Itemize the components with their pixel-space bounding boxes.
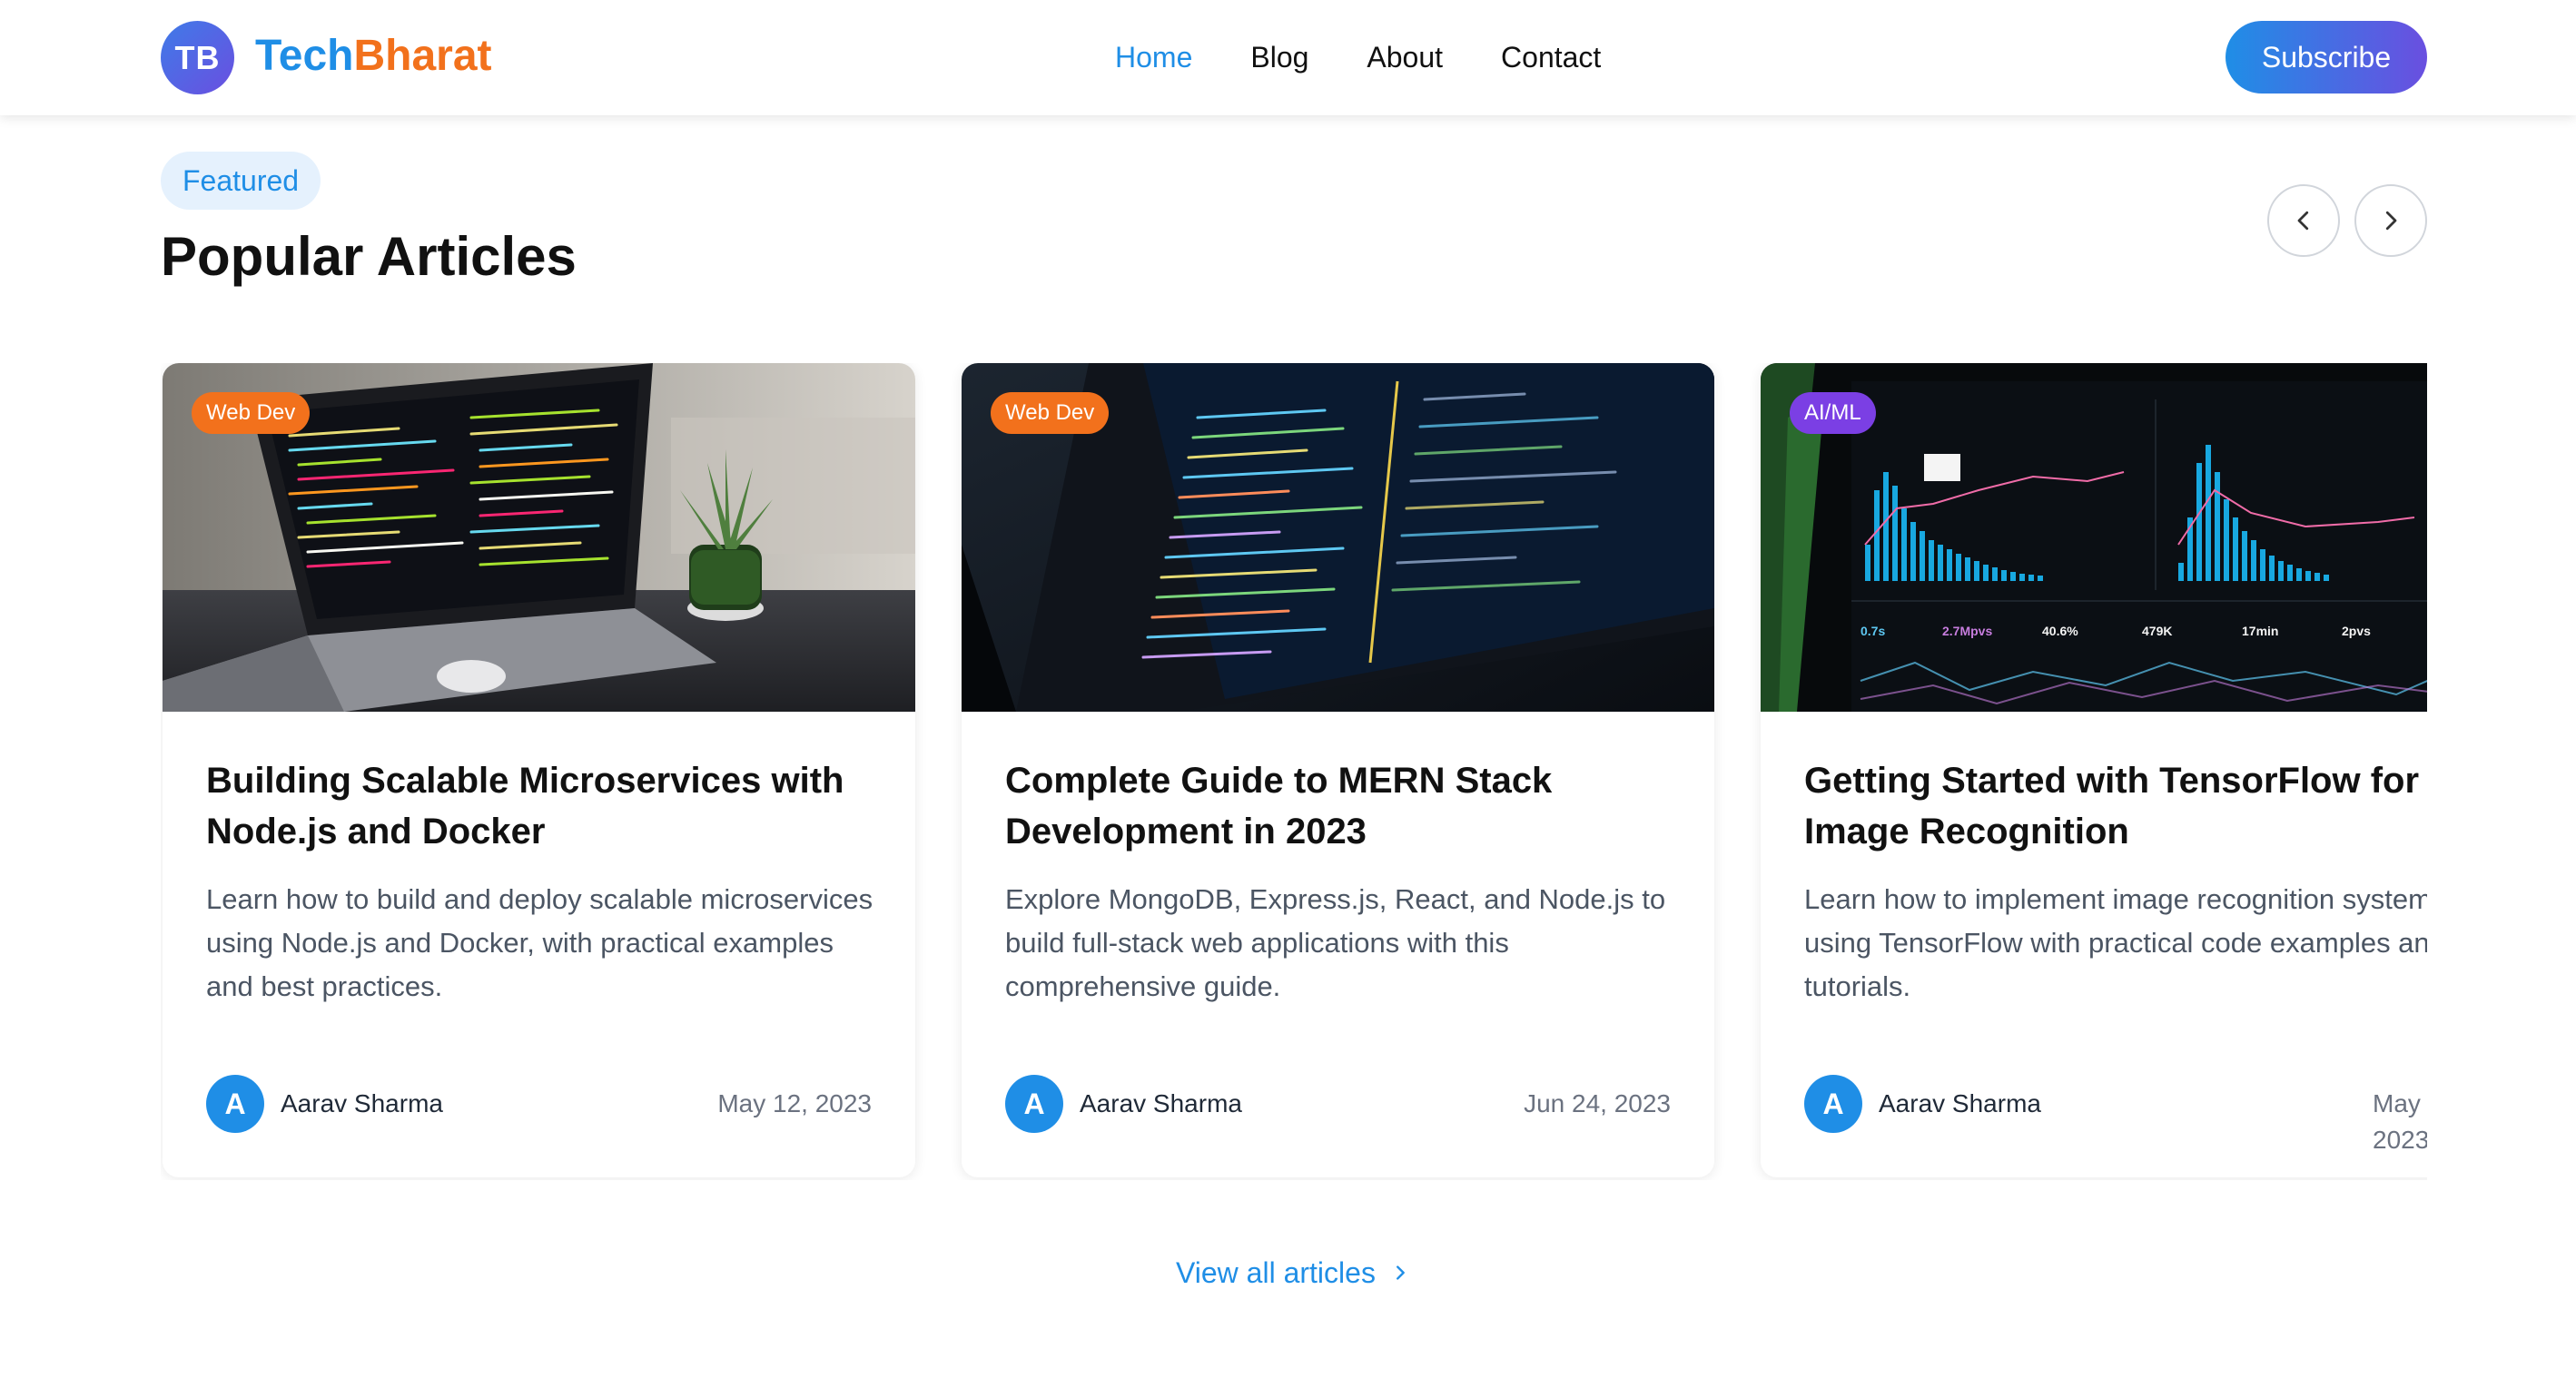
publish-date: May 18, 2023 <box>2373 1089 2427 1154</box>
svg-text:17min: 17min <box>2242 624 2278 638</box>
publish-date: Jun 24, 2023 <box>1524 1089 1671 1117</box>
publish-date: May 12, 2023 <box>717 1089 872 1117</box>
category-tag[interactable]: AI/ML <box>1790 392 1876 434</box>
author-avatar: A <box>206 1075 264 1133</box>
main-nav: Home Blog About Contact <box>1115 34 1659 80</box>
chevron-left-icon <box>2297 211 2309 231</box>
author-avatar: A <box>1005 1075 1063 1133</box>
logo-text-part1: Tech <box>255 32 354 80</box>
article-thumbnail[interactable]: 0.7s 2.7Mpvs 40.6% 479K 17min 2pvs AI/ML <box>1761 363 2427 712</box>
svg-text:40.6%: 40.6% <box>2042 624 2078 638</box>
view-all-label: View all articles <box>1176 1255 1376 1289</box>
author-name: Aarav Sharma <box>1080 1089 1242 1117</box>
author-name: Aarav Sharma <box>1879 1089 2041 1117</box>
article-excerpt: Learn how to implement image recognition… <box>1804 883 2427 1002</box>
view-all-articles-link[interactable]: View all articles <box>1176 1253 1410 1293</box>
nav-link-about[interactable]: About <box>1367 34 1443 80</box>
article-card[interactable]: 0.7s 2.7Mpvs 40.6% 479K 17min 2pvs AI/ML… <box>1761 363 2427 1177</box>
subscribe-button[interactable]: Subscribe <box>2226 21 2427 94</box>
article-thumbnail[interactable]: Web Dev <box>962 363 1714 712</box>
article-excerpt: Explore MongoDB, Express.js, React, and … <box>1005 883 1666 1002</box>
author-avatar: A <box>1804 1075 1862 1133</box>
svg-text:0.7s: 0.7s <box>1860 624 1885 638</box>
article-card[interactable]: Web Dev Complete Guide to MERN Stack Dev… <box>962 363 1714 1177</box>
svg-text:2pvs: 2pvs <box>2342 624 2371 638</box>
category-tag[interactable]: Web Dev <box>991 392 1110 434</box>
logo-badge[interactable]: TB <box>161 21 234 94</box>
svg-text:479K: 479K <box>2142 624 2172 638</box>
nav-link-blog[interactable]: Blog <box>1250 34 1308 80</box>
chevron-right-icon <box>1396 1265 1405 1280</box>
featured-badge: Featured <box>161 152 321 210</box>
chevron-right-icon <box>2385 211 2397 231</box>
site-header: TB TechBharat Home Blog About Contact Su… <box>0 0 2576 115</box>
category-tag[interactable]: Web Dev <box>192 392 311 434</box>
carousel-prev-button[interactable] <box>2267 184 2340 257</box>
article-excerpt: Learn how to build and deploy scalable m… <box>206 883 873 1002</box>
logo-text-part2: Bharat <box>353 32 492 80</box>
nav-link-home[interactable]: Home <box>1115 34 1192 80</box>
author-name: Aarav Sharma <box>281 1089 443 1117</box>
nav-link-contact[interactable]: Contact <box>1501 34 1601 80</box>
svg-text:2.7Mpvs: 2.7Mpvs <box>1942 624 1992 638</box>
article-title[interactable]: Getting Started with TensorFlow for Imag… <box>1804 755 2427 857</box>
section-title: Popular Articles <box>161 226 577 287</box>
article-title[interactable]: Complete Guide to MERN Stack Development… <box>1005 755 1677 857</box>
carousel-next-button[interactable] <box>2354 184 2427 257</box>
article-thumbnail[interactable]: Web Dev <box>163 363 915 712</box>
logo-text[interactable]: TechBharat <box>255 29 492 84</box>
article-carousel: Web Dev Building Scalable Microservices … <box>161 363 2427 1180</box>
article-card[interactable]: Web Dev Building Scalable Microservices … <box>163 363 915 1177</box>
article-title[interactable]: Building Scalable Microservices with Nod… <box>206 755 878 857</box>
